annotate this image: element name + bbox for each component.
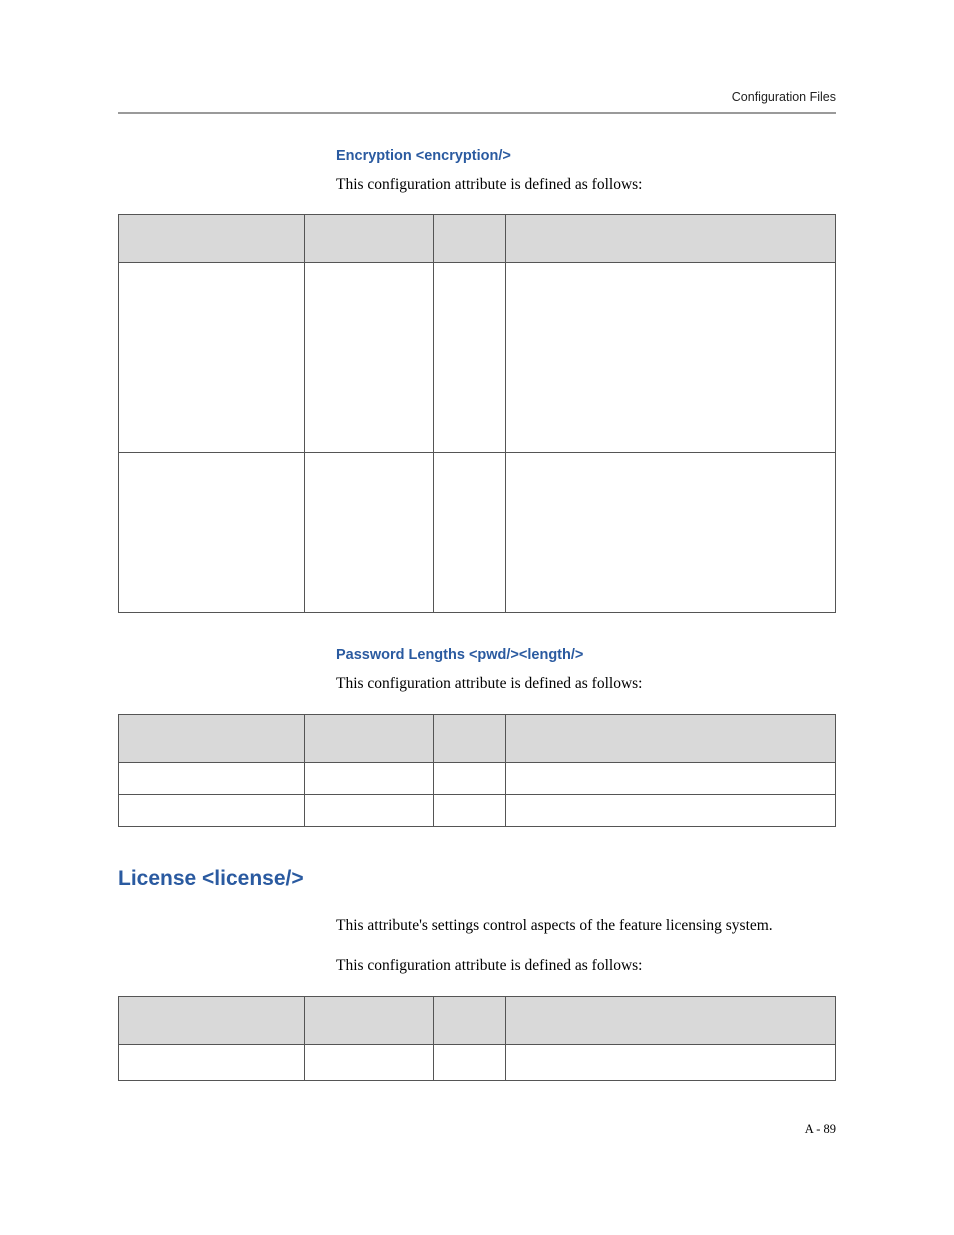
th (305, 714, 434, 762)
running-header: Configuration Files (118, 90, 836, 104)
table-license (118, 996, 836, 1081)
table-password-lengths (118, 714, 836, 827)
heading-encryption: Encryption <encryption/> (336, 148, 836, 164)
intro-encryption: This configuration attribute is defined … (336, 174, 836, 196)
header-rule (118, 112, 836, 114)
td (305, 453, 434, 613)
table-encryption (118, 214, 836, 613)
td (506, 263, 836, 453)
td (434, 453, 506, 613)
th (506, 215, 836, 263)
td (119, 794, 305, 826)
td (434, 762, 506, 794)
table-row (119, 263, 836, 453)
td (305, 762, 434, 794)
th (506, 714, 836, 762)
td (119, 762, 305, 794)
td (119, 263, 305, 453)
table-row (119, 794, 836, 826)
th (434, 996, 506, 1044)
td (305, 794, 434, 826)
td (506, 453, 836, 613)
table-header-row (119, 714, 836, 762)
table-row (119, 1044, 836, 1080)
td (434, 263, 506, 453)
table-header-row (119, 215, 836, 263)
th (119, 215, 305, 263)
td (506, 794, 836, 826)
td (119, 1044, 305, 1080)
heading-password-lengths: Password Lengths <pwd/><length/> (336, 647, 836, 663)
td (506, 1044, 836, 1080)
th (434, 714, 506, 762)
td (305, 1044, 434, 1080)
th (506, 996, 836, 1044)
td (119, 453, 305, 613)
td (434, 794, 506, 826)
table-row (119, 762, 836, 794)
table-header-row (119, 996, 836, 1044)
td (434, 1044, 506, 1080)
table-row (119, 453, 836, 613)
heading-license: License <license/> (118, 867, 836, 891)
td (305, 263, 434, 453)
th (119, 714, 305, 762)
th (119, 996, 305, 1044)
page-number: A - 89 (805, 1122, 836, 1137)
th (434, 215, 506, 263)
intro-password-lengths: This configuration attribute is defined … (336, 673, 836, 695)
license-para2: This configuration attribute is defined … (336, 955, 836, 977)
th (305, 215, 434, 263)
td (506, 762, 836, 794)
th (305, 996, 434, 1044)
license-para1: This attribute's settings control aspect… (336, 915, 836, 937)
